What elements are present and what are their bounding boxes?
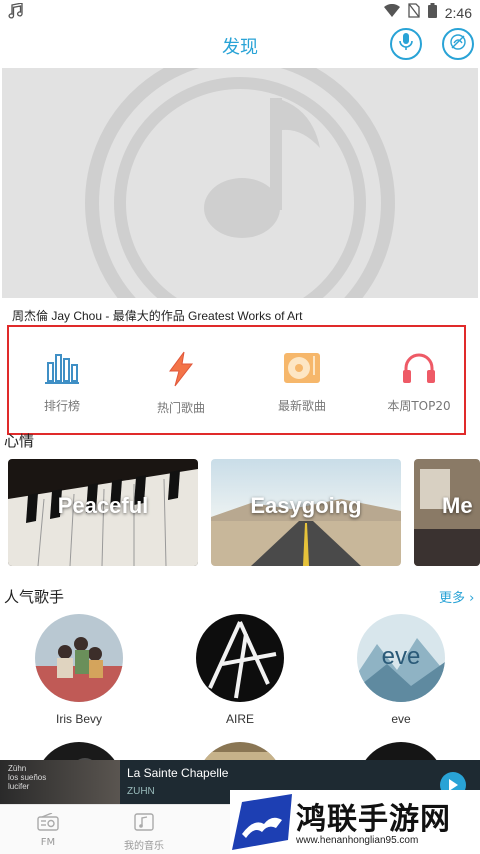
record-player-icon — [282, 353, 322, 389]
watermark-brand: 鸿联手游网 — [296, 802, 451, 837]
artists-more-link[interactable]: 更多 › — [439, 587, 474, 606]
microphone-icon — [399, 33, 413, 55]
status-bar: 2:46 — [0, 0, 480, 24]
quick-link-new-songs[interactable]: 最新歌曲 — [252, 351, 352, 414]
no-sim-icon — [408, 3, 420, 22]
music-note-placeholder-icon — [85, 68, 395, 330]
app-header: 发现 — [0, 24, 480, 68]
flash-icon — [166, 351, 196, 391]
status-time: 2:46 — [444, 4, 472, 21]
quick-links-row: 排行榜 热门歌曲 最新歌曲 本周TOP20 — [7, 325, 466, 435]
now-playing-title: La Sainte Chapelle — [127, 766, 229, 780]
featured-banner[interactable]: 周杰倫 Jay Chou - 最偉大的作品 Greatest Works of … — [2, 68, 478, 330]
nav-label: 我的音乐 — [124, 841, 164, 852]
avatar — [35, 614, 123, 702]
nav-my-music[interactable]: 我的音乐 — [104, 813, 184, 852]
mood-card-label: Peaceful — [57, 493, 149, 518]
quick-link-hot-songs[interactable]: 热门歌曲 — [131, 351, 231, 416]
quick-link-ranking[interactable]: 排行榜 — [12, 351, 112, 414]
headphones-icon — [401, 353, 437, 389]
mood-card-label: Easygoing — [250, 493, 362, 518]
artist-name: Iris Bevy — [55, 712, 102, 726]
avatar: eve — [357, 614, 445, 702]
mood-card-easygoing[interactable]: Easygoing — [211, 459, 401, 566]
watermark-url: www.henanhonglian95.com — [296, 835, 419, 846]
artist-item-eve[interactable]: eve eve — [356, 614, 446, 726]
quick-link-label: 热门歌曲 — [156, 401, 205, 415]
wifi-icon — [383, 3, 400, 22]
brand-logo-icon — [232, 794, 292, 854]
battery-icon — [427, 3, 437, 22]
now-playing-artist: ZUHN — [127, 786, 155, 797]
album-art-text: Zühn los sueños lucifer — [8, 764, 47, 791]
voice-search-button[interactable] — [390, 28, 422, 60]
music-note-icon — [134, 813, 154, 835]
bar-chart-icon — [44, 354, 80, 389]
mood-card-label: Me — [442, 493, 473, 518]
artist-name: eve — [391, 712, 411, 726]
watermark: 鸿联手游网 www.henanhonglian95.com — [230, 790, 480, 854]
quick-link-label: 本周TOP20 — [387, 399, 451, 413]
mood-card-peaceful[interactable]: Peaceful — [8, 459, 198, 566]
album-art: Zühn los sueños lucifer — [0, 760, 120, 804]
quick-link-weekly-top20[interactable]: 本周TOP20 — [369, 351, 469, 414]
recognize-icon — [449, 33, 467, 55]
artist-item-iris-bevy[interactable]: Iris Bevy — [34, 614, 124, 726]
music-notification-icon — [8, 2, 24, 23]
nav-fm[interactable]: FM — [8, 812, 88, 848]
avatar — [196, 614, 284, 702]
song-recognition-button[interactable] — [442, 28, 474, 60]
quick-link-label: 排行榜 — [43, 399, 80, 413]
artists-section-title: 人气歌手 — [4, 588, 65, 606]
artist-item-aire[interactable]: AIRE — [195, 614, 285, 726]
more-label: 更多 — [439, 591, 466, 606]
mood-section-title: 心情 — [4, 432, 35, 450]
quick-link-label: 最新歌曲 — [277, 399, 326, 413]
nav-label: FM — [40, 837, 56, 848]
radio-icon — [37, 812, 59, 835]
chevron-right-icon: › — [469, 591, 475, 606]
artist-name: AIRE — [225, 712, 254, 726]
mood-card-third[interactable]: Me — [414, 459, 480, 566]
svg-text:eve: eve — [382, 643, 421, 670]
